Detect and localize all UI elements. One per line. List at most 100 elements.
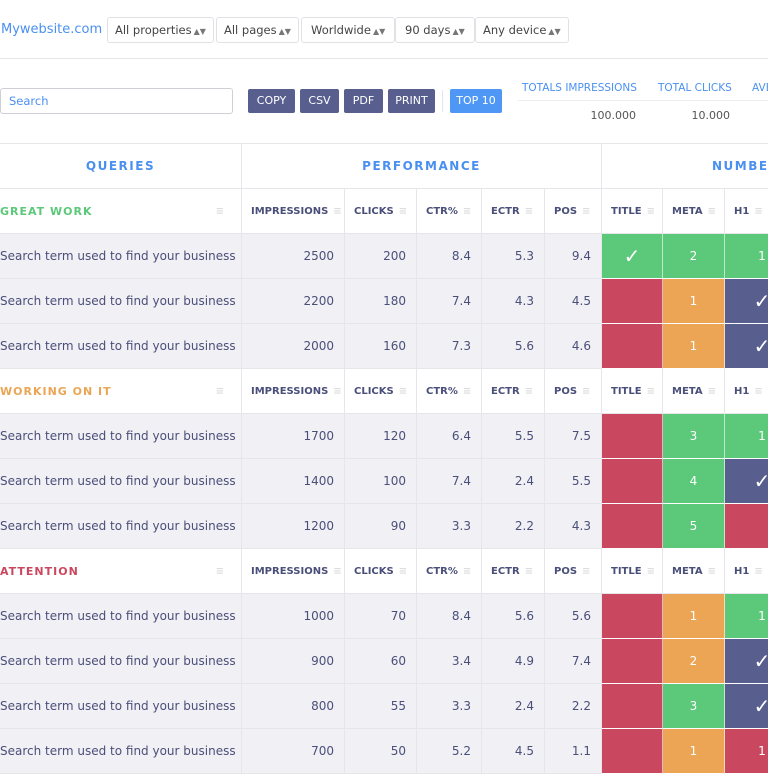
region-select[interactable]: Worldwide ▲▼ — [301, 17, 396, 43]
table-row[interactable]: Search term used to find your business 22… — [0, 279, 768, 324]
column-header[interactable]: CLICKS ≡ — [345, 549, 417, 594]
filter-icon[interactable]: ≡ — [582, 386, 590, 397]
status-cell: 4 — [663, 459, 725, 504]
filter-icon[interactable]: ≡ — [525, 566, 533, 577]
filter-icon[interactable]: ≡ — [399, 206, 407, 217]
pdf-button[interactable]: PDF — [344, 89, 383, 113]
top10-button[interactable]: TOP 10 — [450, 89, 502, 113]
query-cell[interactable]: Search term used to find your business — [0, 234, 242, 279]
column-header[interactable]: H1 ≡ — [725, 369, 768, 414]
value-cell: 5.2 — [417, 729, 482, 774]
column-header[interactable]: META ≡ — [663, 189, 725, 234]
column-header[interactable]: H1 ≡ — [725, 189, 768, 234]
table-row[interactable]: Search term used to find your business 12… — [0, 504, 768, 549]
column-header[interactable]: CLICKS ≡ — [345, 189, 417, 234]
filter-icon[interactable]: ≡ — [525, 206, 533, 217]
filter-icon[interactable]: ≡ — [647, 386, 655, 397]
pages-select[interactable]: All pages ▲▼ — [216, 17, 299, 43]
filter-icon[interactable]: ≡ — [216, 206, 225, 217]
column-header[interactable]: META ≡ — [663, 369, 725, 414]
filter-icon[interactable]: ≡ — [647, 206, 655, 217]
value-cell: 4.5 — [482, 729, 545, 774]
column-header-label: IMPRESSIONS — [251, 205, 329, 217]
table-row[interactable]: Search term used to find your business 20… — [0, 324, 768, 369]
site-name[interactable]: Mywebsite.com — [1, 22, 102, 37]
column-header[interactable]: META ≡ — [663, 549, 725, 594]
copy-button[interactable]: COPY — [248, 89, 295, 113]
filter-icon[interactable]: ≡ — [463, 566, 471, 577]
value-cell: 2.2 — [545, 684, 602, 729]
search-input[interactable]: Search — [0, 88, 233, 114]
value-cell: 2.2 — [482, 504, 545, 549]
filter-icon[interactable]: ≡ — [525, 386, 533, 397]
filter-icon[interactable]: ≡ — [754, 386, 762, 397]
status-cell: 2 — [663, 639, 725, 684]
query-cell[interactable]: Search term used to find your business — [0, 639, 242, 684]
column-header[interactable]: TITLE ≡ — [602, 189, 663, 234]
query-cell[interactable]: Search term used to find your business — [0, 594, 242, 639]
query-cell[interactable]: Search term used to find your business — [0, 729, 242, 774]
filter-icon[interactable]: ≡ — [333, 386, 341, 397]
column-header[interactable]: POS ≡ — [545, 369, 602, 414]
column-header[interactable]: IMPRESSIONS ≡ — [242, 189, 345, 234]
column-header-label: CLICKS — [354, 205, 394, 217]
column-header[interactable]: CLICKS ≡ — [345, 369, 417, 414]
table-row[interactable]: Search term used to find your business 10… — [0, 594, 768, 639]
column-header[interactable]: H1 ≡ — [725, 549, 768, 594]
column-header[interactable]: IMPRESSIONS ≡ — [242, 369, 345, 414]
print-button[interactable]: PRINT — [388, 89, 435, 113]
csv-button[interactable]: CSV — [300, 89, 339, 113]
filter-icon[interactable]: ≡ — [333, 566, 341, 577]
device-select[interactable]: Any device ▲▼ — [475, 17, 569, 43]
column-header[interactable]: ECTR ≡ — [482, 549, 545, 594]
value-cell: 4.5 — [545, 279, 602, 324]
column-header[interactable]: CTR% ≡ — [417, 189, 482, 234]
filter-icon[interactable]: ≡ — [399, 566, 407, 577]
filter-icon[interactable]: ≡ — [708, 206, 716, 217]
query-cell[interactable]: Search term used to find your business — [0, 504, 242, 549]
filter-icon[interactable]: ≡ — [463, 206, 471, 217]
status-cell: 3 — [663, 414, 725, 459]
filter-icon[interactable]: ≡ — [754, 206, 762, 217]
filter-icon[interactable]: ≡ — [708, 386, 716, 397]
column-header[interactable]: ECTR ≡ — [482, 189, 545, 234]
filter-icon[interactable]: ≡ — [399, 386, 407, 397]
table-row[interactable]: Search term used to find your business 70… — [0, 729, 768, 774]
column-header[interactable]: TITLE ≡ — [602, 369, 663, 414]
table-row[interactable]: Search term used to find your business 25… — [0, 234, 768, 279]
sort-arrows-icon: ▲▼ — [372, 27, 386, 36]
table-row[interactable]: Search term used to find your business 17… — [0, 414, 768, 459]
filter-icon[interactable]: ≡ — [463, 386, 471, 397]
column-header[interactable]: CTR% ≡ — [417, 369, 482, 414]
filter-icon[interactable]: ≡ — [754, 566, 762, 577]
table-row[interactable]: Search term used to find your business 90… — [0, 639, 768, 684]
query-cell[interactable]: Search term used to find your business — [0, 459, 242, 504]
table-row[interactable]: Search term used to find your business 80… — [0, 684, 768, 729]
column-header[interactable]: CTR% ≡ — [417, 549, 482, 594]
query-cell[interactable]: Search term used to find your business — [0, 684, 242, 729]
period-select[interactable]: 90 days ▲▼ — [395, 17, 475, 43]
column-header[interactable]: ECTR ≡ — [482, 369, 545, 414]
filter-icon[interactable]: ≡ — [216, 386, 225, 397]
filter-icon[interactable]: ≡ — [333, 206, 341, 217]
filter-icon[interactable]: ≡ — [708, 566, 716, 577]
column-header[interactable]: POS ≡ — [545, 189, 602, 234]
properties-select[interactable]: All properties ▲▼ — [107, 17, 214, 43]
filter-icon[interactable]: ≡ — [582, 566, 590, 577]
check-icon-cell: ✓ — [725, 459, 768, 504]
query-cell[interactable]: Search term used to find your business — [0, 279, 242, 324]
section-title: ATTENTION ≡ — [0, 549, 242, 594]
status-cell — [602, 684, 663, 729]
section-title-text: ATTENTION — [0, 564, 79, 578]
query-cell[interactable]: Search term used to find your business — [0, 414, 242, 459]
column-header[interactable]: TITLE ≡ — [602, 549, 663, 594]
filter-icon[interactable]: ≡ — [216, 566, 225, 577]
filter-icon[interactable]: ≡ — [582, 206, 590, 217]
column-header[interactable]: IMPRESSIONS ≡ — [242, 549, 345, 594]
column-header[interactable]: POS ≡ — [545, 549, 602, 594]
filter-icon[interactable]: ≡ — [647, 566, 655, 577]
status-cell: 5 — [663, 504, 725, 549]
table-row[interactable]: Search term used to find your business 14… — [0, 459, 768, 504]
query-cell[interactable]: Search term used to find your business — [0, 324, 242, 369]
value-cell: 1.1 — [545, 729, 602, 774]
